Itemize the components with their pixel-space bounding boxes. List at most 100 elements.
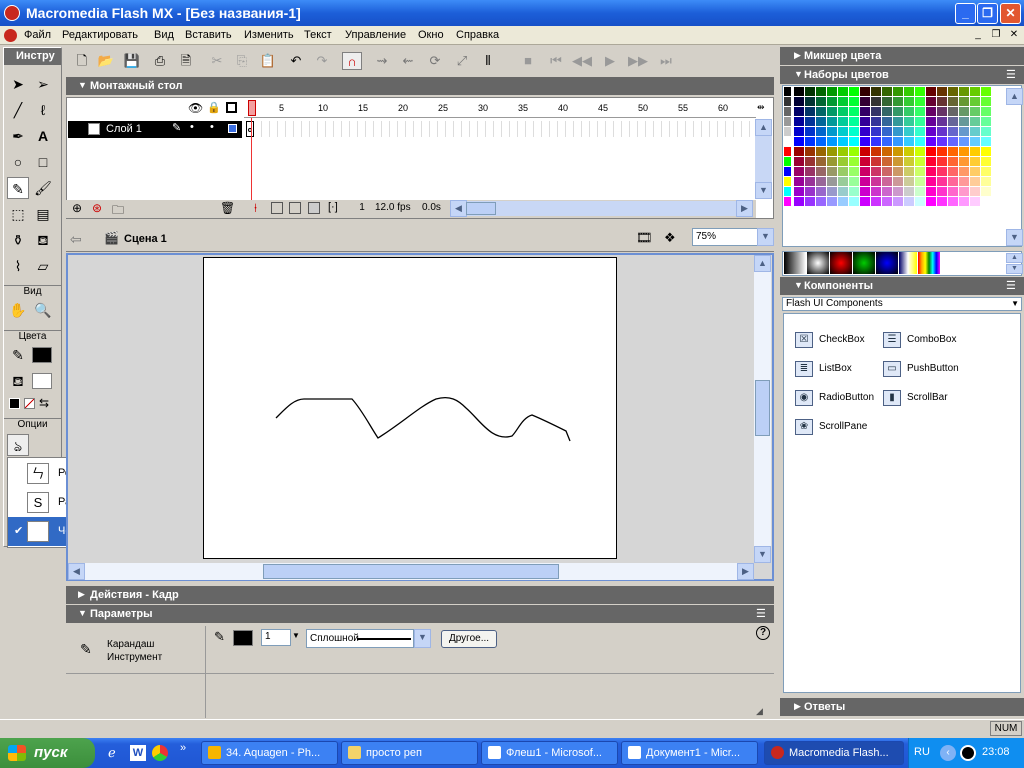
paint-bucket-tool-icon[interactable]: ⛾ [32, 229, 54, 251]
color-swatch[interactable] [827, 87, 837, 96]
black-white-icon[interactable] [9, 398, 20, 409]
scroll-down-icon[interactable]: ▼ [755, 182, 772, 199]
color-swatch[interactable] [871, 137, 881, 146]
color-swatch[interactable] [959, 197, 969, 206]
color-swatch[interactable] [926, 97, 936, 106]
scroll-down-icon[interactable]: ▼ [1006, 264, 1023, 274]
insert-layer-icon[interactable]: ⊕ [72, 201, 82, 215]
color-swatch[interactable] [827, 107, 837, 116]
close-icon[interactable]: ✕ [1000, 3, 1021, 24]
scroll-up-icon[interactable]: ▲ [754, 255, 771, 272]
tools-panel-header[interactable]: Инстру [4, 48, 61, 65]
color-swatch[interactable] [816, 127, 826, 136]
subselect-tool-icon[interactable]: ➢ [32, 73, 54, 95]
eyedropper-tool-icon[interactable]: ⌇ [7, 255, 29, 277]
collapse-arrow-icon[interactable]: ▼ [794, 280, 803, 290]
color-swatch[interactable] [937, 127, 947, 136]
color-swatch[interactable] [981, 137, 991, 146]
color-swatch[interactable] [893, 137, 903, 146]
color-swatch[interactable] [838, 117, 848, 126]
color-swatch[interactable] [794, 177, 804, 186]
color-swatch[interactable] [904, 137, 914, 146]
color-swatch[interactable] [926, 107, 936, 116]
color-swatch[interactable] [784, 117, 791, 126]
color-swatch[interactable] [816, 157, 826, 166]
stage-canvas[interactable] [203, 257, 617, 559]
color-swatch[interactable] [926, 137, 936, 146]
color-swatch[interactable] [959, 137, 969, 146]
color-swatch[interactable] [937, 137, 947, 146]
color-swatch[interactable] [959, 87, 969, 96]
collapse-arrow-icon[interactable]: ▼ [794, 69, 803, 79]
color-swatch[interactable] [915, 137, 925, 146]
gradient-swatches[interactable] [784, 252, 941, 274]
scroll-right-icon[interactable]: ▶ [737, 563, 754, 580]
color-swatch[interactable] [970, 87, 980, 96]
color-swatch[interactable] [882, 87, 892, 96]
color-swatch[interactable] [784, 177, 791, 186]
menu-file[interactable]: Файл [24, 28, 51, 43]
color-swatch[interactable] [827, 177, 837, 186]
color-swatch[interactable] [948, 127, 958, 136]
color-swatch[interactable] [794, 197, 804, 206]
color-swatch[interactable] [915, 97, 925, 106]
color-swatch[interactable] [937, 117, 947, 126]
edit-symbol-icon[interactable]: ❖ [664, 230, 676, 246]
color-swatch[interactable] [981, 107, 991, 116]
color-swatch[interactable] [794, 97, 804, 106]
color-swatch[interactable] [915, 147, 925, 156]
outline-icon[interactable] [226, 102, 237, 113]
color-swatch[interactable] [849, 167, 859, 176]
color-swatch[interactable] [816, 167, 826, 176]
back-arrow-icon[interactable]: ⇦ [70, 231, 82, 248]
color-swatch[interactable] [882, 147, 892, 156]
color-swatch[interactable] [784, 157, 791, 166]
gradient-radial-red[interactable] [830, 252, 852, 274]
onion-skin-icon[interactable] [271, 202, 283, 214]
print-preview-icon[interactable]: 🗎 [176, 52, 196, 70]
pencil-tool-icon[interactable]: ✎ [7, 177, 29, 199]
gradient-radial-green[interactable] [853, 252, 875, 274]
stroke-color-picker[interactable] [233, 630, 253, 646]
color-swatch[interactable] [871, 197, 881, 206]
color-swatch[interactable] [860, 87, 870, 96]
color-swatch[interactable] [860, 107, 870, 116]
color-swatch[interactable] [893, 117, 903, 126]
color-swatch[interactable] [849, 157, 859, 166]
zoom-dropdown-icon[interactable]: ▼ [757, 228, 774, 246]
color-swatch[interactable] [816, 147, 826, 156]
color-swatch[interactable] [904, 127, 914, 136]
new-file-icon[interactable]: 🗋 [72, 52, 92, 70]
step-back-icon[interactable]: ◀◀ [572, 52, 592, 70]
color-swatch[interactable] [827, 97, 837, 106]
color-swatch[interactable] [970, 137, 980, 146]
color-swatch[interactable] [794, 117, 804, 126]
no-color-icon[interactable] [24, 398, 35, 409]
color-swatch[interactable] [784, 187, 791, 196]
color-swatch[interactable] [959, 97, 969, 106]
color-swatch[interactable] [805, 177, 815, 186]
straighten-icon[interactable]: ⇜ [398, 52, 418, 70]
color-swatch[interactable] [838, 147, 848, 156]
color-swatch[interactable] [937, 107, 947, 116]
color-swatch[interactable] [871, 167, 881, 176]
color-swatch[interactable] [794, 137, 804, 146]
color-swatch[interactable] [794, 187, 804, 196]
color-swatch[interactable] [838, 157, 848, 166]
color-swatch[interactable] [816, 117, 826, 126]
panel-menu-icon[interactable]: ☰ [1006, 68, 1016, 81]
color-swatch[interactable] [838, 137, 848, 146]
scroll-right-icon[interactable]: ▶ [736, 200, 753, 217]
mdi-minimize-icon[interactable]: _ [970, 28, 986, 42]
menu-insert[interactable]: Вставить [185, 28, 232, 43]
snap-magnet-icon[interactable]: ∩ [342, 52, 362, 70]
color-swatch[interactable] [970, 157, 980, 166]
oval-tool-icon[interactable]: ○ [7, 151, 29, 173]
color-swatch[interactable] [948, 197, 958, 206]
stage-vscroll-thumb[interactable] [755, 380, 770, 436]
color-swatch[interactable] [915, 177, 925, 186]
color-swatch[interactable] [904, 107, 914, 116]
color-swatch[interactable] [882, 97, 892, 106]
color-swatch[interactable] [904, 157, 914, 166]
pen-tool-icon[interactable]: ✒ [7, 125, 29, 147]
